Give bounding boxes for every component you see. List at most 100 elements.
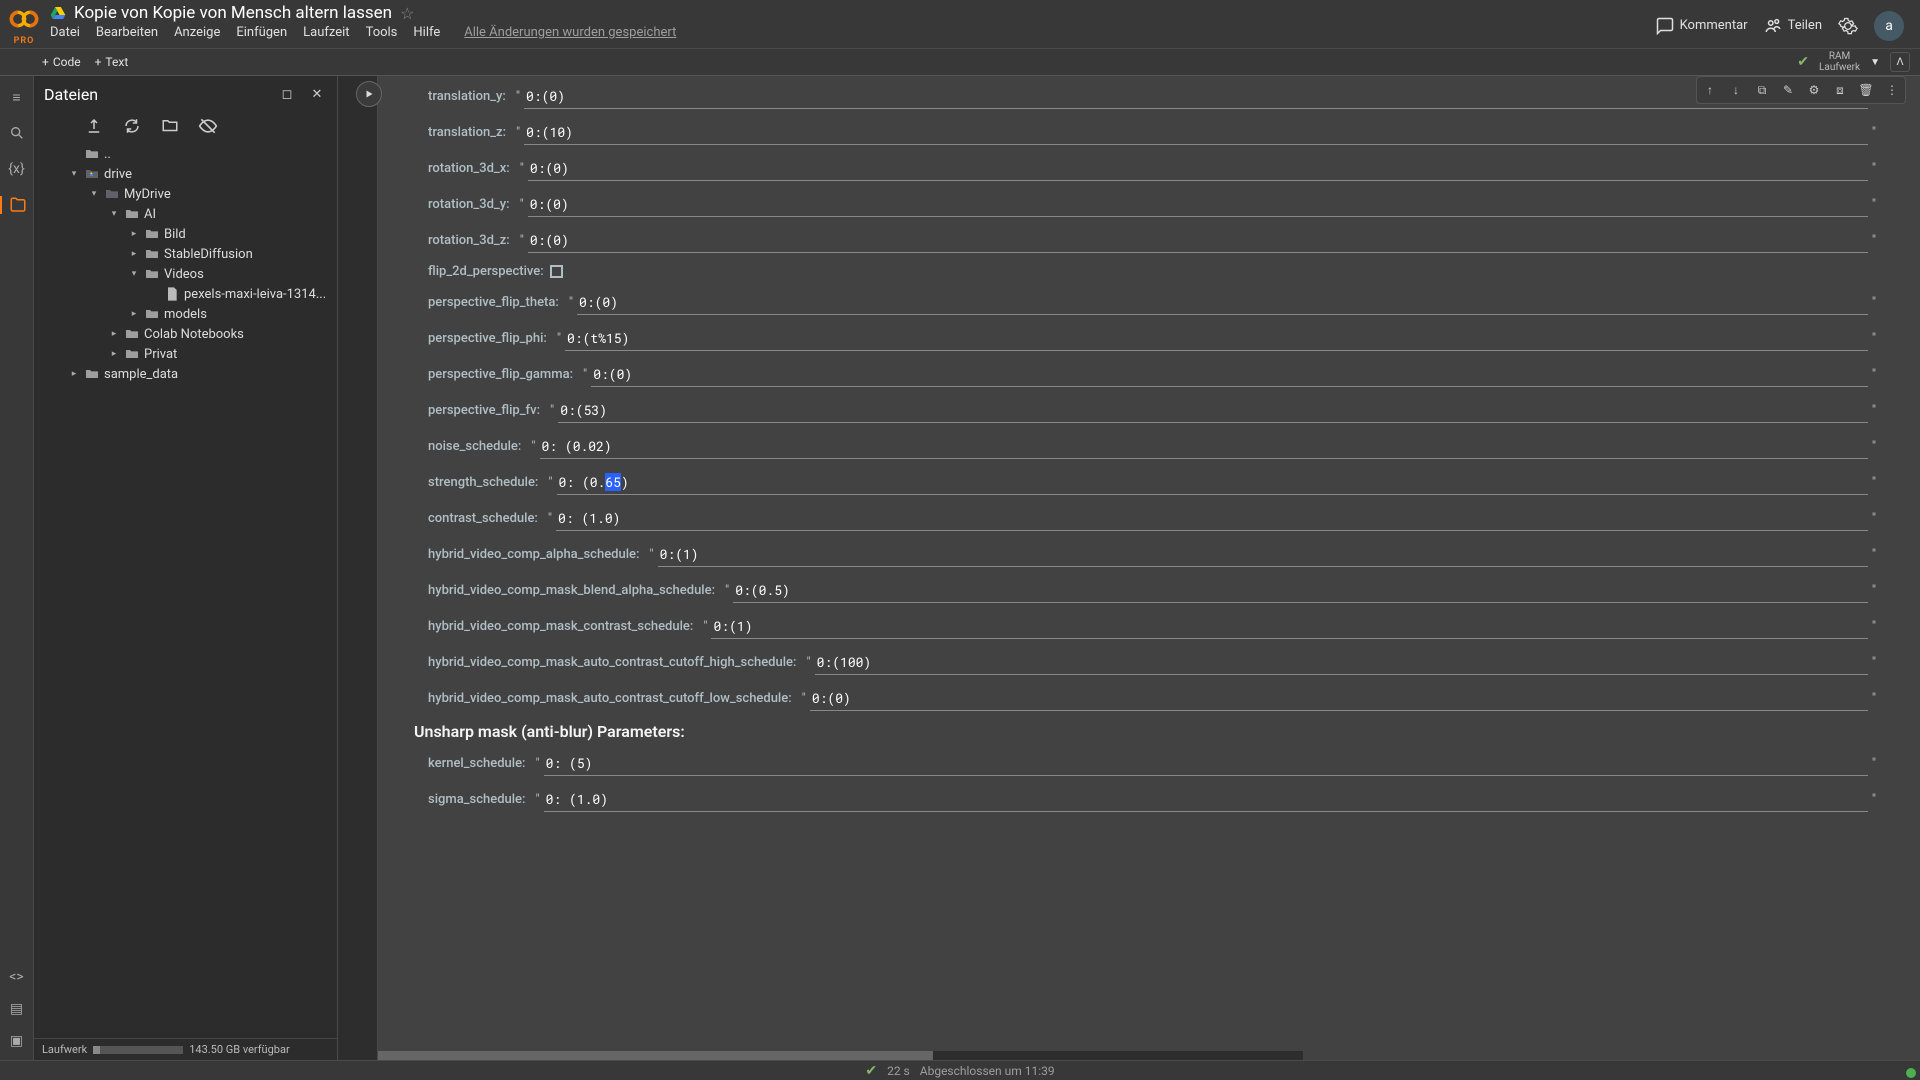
avatar[interactable]: a	[1874, 11, 1904, 41]
tree-models[interactable]: ▸models	[34, 304, 337, 324]
menu-laufzeit[interactable]: Laufzeit	[303, 25, 349, 40]
status-done: Abgeschlossen um 11:39	[920, 1064, 1055, 1078]
chevron-down-icon: ▾	[68, 169, 80, 179]
param-input[interactable]	[524, 84, 1868, 109]
param-input[interactable]	[810, 686, 1868, 711]
param-input[interactable]	[557, 470, 1868, 495]
tree-label: pexels-maxi-leiva-1314...	[184, 287, 326, 302]
quote-icon: "	[1872, 197, 1876, 212]
horizontal-scrollbar[interactable]	[378, 1051, 1303, 1060]
param-input[interactable]	[524, 120, 1868, 145]
mirror-icon[interactable]: ⧈	[1829, 79, 1851, 101]
param-input[interactable]	[733, 578, 1868, 603]
code-snippets-icon[interactable]: <>	[8, 968, 26, 986]
resource-meter[interactable]: RAM Laufwerk	[1819, 51, 1860, 73]
param-input[interactable]	[591, 362, 1868, 387]
tree-drive[interactable]: ▾drive	[34, 164, 337, 184]
chevron-down-icon: ▾	[88, 189, 100, 199]
add-code-label: Code	[53, 55, 81, 69]
move-down-icon[interactable]: ↓	[1725, 79, 1747, 101]
tree-colab[interactable]: ▸Colab Notebooks	[34, 324, 337, 344]
tree-label: AI	[144, 207, 156, 222]
files-icon[interactable]	[0, 196, 33, 214]
param-input[interactable]	[658, 542, 1868, 567]
upload-icon[interactable]	[84, 116, 104, 136]
tree-videos[interactable]: ▾Videos	[34, 264, 337, 284]
gear-icon[interactable]: ⚙	[1803, 79, 1825, 101]
tree-sampledata[interactable]: ▸sample_data	[34, 364, 337, 384]
param-input[interactable]	[544, 751, 1868, 776]
param-input[interactable]	[558, 398, 1868, 423]
add-text-button[interactable]: +Text	[95, 55, 129, 69]
param-row: rotation_3d_y:""	[428, 192, 1880, 217]
chevron-down-icon[interactable]: ▼	[1870, 57, 1880, 68]
terminal-icon[interactable]: ▣	[8, 1032, 26, 1050]
new-window-icon[interactable]: ◻	[277, 84, 297, 104]
saved-status[interactable]: Alle Änderungen wurden gespeichert	[464, 25, 676, 40]
disk-free: 143.50 GB verfügbar	[189, 1043, 289, 1056]
star-icon[interactable]: ☆	[400, 4, 414, 23]
tree-video-file[interactable]: pexels-maxi-leiva-1314...	[34, 284, 337, 304]
param-input[interactable]	[528, 192, 1868, 217]
menu-einfuegen[interactable]: Einfügen	[236, 25, 287, 40]
param-input[interactable]	[556, 506, 1868, 531]
param-input[interactable]	[528, 228, 1868, 253]
refresh-icon[interactable]	[122, 116, 142, 136]
param-input[interactable]	[565, 326, 1868, 351]
tree-mydrive[interactable]: ▾MyDrive	[34, 184, 337, 204]
command-palette-icon[interactable]: ▤	[8, 1000, 26, 1018]
add-code-button[interactable]: +Code	[42, 55, 81, 69]
param-checkbox[interactable]	[550, 265, 563, 278]
title-area: Kopie von Kopie von Mensch altern lassen…	[50, 3, 1656, 40]
tree-bild[interactable]: ▸Bild	[34, 224, 337, 244]
folder-icon	[124, 206, 140, 222]
param-input[interactable]	[815, 650, 1868, 675]
folder-icon	[124, 346, 140, 362]
ram-label: RAM	[1819, 51, 1860, 62]
sidebar-footer: Laufwerk 143.50 GB verfügbar	[34, 1038, 337, 1060]
menu-datei[interactable]: Datei	[50, 25, 80, 40]
menu-hilfe[interactable]: Hilfe	[413, 25, 440, 40]
tree-privat[interactable]: ▸Privat	[34, 344, 337, 364]
tree-ai[interactable]: ▾AI	[34, 204, 337, 224]
variables-icon[interactable]: {x}	[8, 160, 26, 178]
menu-tools[interactable]: Tools	[366, 25, 398, 40]
header: PRO Kopie von Kopie von Mensch altern la…	[0, 0, 1920, 49]
teilen-button[interactable]: Teilen	[1764, 17, 1822, 35]
menu-anzeige[interactable]: Anzeige	[174, 25, 220, 40]
param-input[interactable]	[544, 787, 1868, 812]
more-icon[interactable]: ⋮	[1881, 79, 1903, 101]
param-input[interactable]	[577, 290, 1868, 315]
kommentar-button[interactable]: Kommentar	[1656, 17, 1748, 35]
sidebar-header: Dateien ◻ ✕	[34, 76, 337, 112]
quote-icon: "	[1872, 295, 1876, 310]
folder-icon	[124, 326, 140, 342]
param-row: perspective_flip_theta:""	[428, 290, 1880, 315]
toc-icon[interactable]: ≡	[8, 88, 26, 106]
tree-sd[interactable]: ▸StableDiffusion	[34, 244, 337, 264]
hide-icon[interactable]	[198, 116, 218, 136]
move-up-icon[interactable]: ↑	[1699, 79, 1721, 101]
param-label: hybrid_video_comp_mask_auto_contrast_cut…	[428, 691, 792, 706]
collapse-button[interactable]: ᐱ	[1890, 52, 1910, 72]
param-input[interactable]	[528, 156, 1868, 181]
link-icon[interactable]: ⧉	[1751, 79, 1773, 101]
delete-icon[interactable]: 🗑	[1855, 79, 1877, 101]
search-icon[interactable]	[8, 124, 26, 142]
run-cell-button[interactable]	[356, 81, 382, 107]
doc-title[interactable]: Kopie von Kopie von Mensch altern lassen	[74, 3, 392, 23]
param-input[interactable]	[540, 434, 1868, 459]
close-icon[interactable]: ✕	[307, 84, 327, 104]
param-row: rotation_3d_x:""	[428, 156, 1880, 181]
edit-icon[interactable]: ✎	[1777, 79, 1799, 101]
tree-dotdot[interactable]: ..	[34, 144, 337, 164]
param-row: rotation_3d_z:""	[428, 228, 1880, 253]
cell-gutter	[338, 76, 378, 1060]
param-input[interactable]	[711, 614, 1867, 639]
quote-icon: "	[548, 475, 552, 490]
menu-bearbeiten[interactable]: Bearbeiten	[96, 25, 158, 40]
main: ↑ ↓ ⧉ ✎ ⚙ ⧈ 🗑 ⋮ translation_y:""translat…	[338, 76, 1920, 1060]
gear-icon[interactable]	[1838, 16, 1858, 36]
mount-drive-icon[interactable]	[160, 116, 180, 136]
folder-icon	[144, 246, 160, 262]
